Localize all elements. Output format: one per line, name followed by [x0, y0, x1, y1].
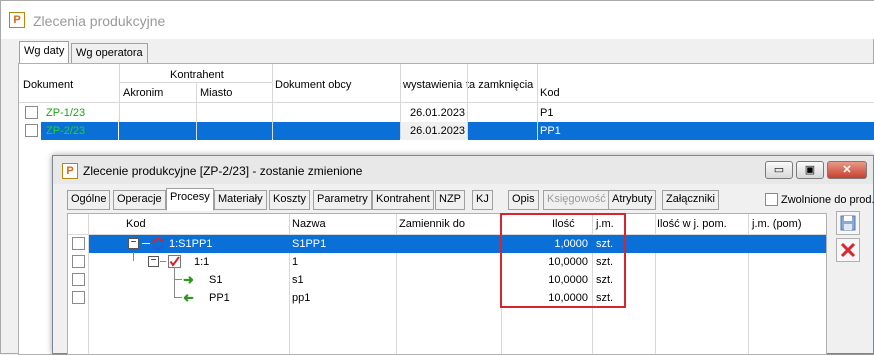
- process-code: S1: [209, 274, 223, 286]
- row-checkbox[interactable]: [25, 106, 38, 119]
- selection-cell: [119, 122, 196, 140]
- table-row[interactable]: − 1:1 1 10,0000 szt.: [68, 252, 826, 271]
- col-header-zamkniecia[interactable]: ta zamknięcia: [466, 79, 533, 91]
- tree-line: [142, 243, 150, 244]
- selection-cell: [273, 122, 400, 140]
- table-row[interactable]: ➜ PP1 pp1 10,0000 szt.: [68, 279, 826, 307]
- minimize-icon[interactable]: ▭: [765, 161, 793, 179]
- zwolnione-checkbox[interactable]: [765, 193, 778, 206]
- tab-kj[interactable]: KJ: [472, 190, 493, 210]
- app-icon: P: [62, 163, 78, 179]
- row-checkbox[interactable]: [25, 124, 38, 137]
- process-name: S1PP1: [292, 238, 327, 250]
- processes-grid: Kod Nazwa Zamiennik do Ilość j.m. Ilość …: [67, 213, 827, 355]
- highlight-box: [500, 213, 626, 308]
- tab-ksiegowosc[interactable]: Księgowość: [543, 190, 610, 210]
- selection-cell: [197, 122, 272, 140]
- process-name: pp1: [292, 292, 311, 304]
- product-code: P1: [540, 107, 554, 119]
- collapse-icon[interactable]: −: [148, 256, 159, 267]
- tree-line: [174, 297, 182, 298]
- zwolnione-label: Zwolnione do prod.: [781, 194, 874, 206]
- process-code: 1:1: [194, 256, 210, 268]
- tree-line: [160, 261, 166, 262]
- save-icon[interactable]: [836, 211, 860, 235]
- process-code: 1:S1PP1: [169, 238, 213, 250]
- process-code: PP1: [209, 292, 230, 304]
- selection-cell: [468, 122, 537, 140]
- col-header-ilosc-pom[interactable]: Ilość w j. pom.: [657, 218, 727, 230]
- header-divider: [119, 82, 272, 83]
- production-order-dialog: P Zlecenie produkcyjne [ZP-2/23] - zosta…: [52, 155, 874, 355]
- tree-line: [174, 279, 182, 280]
- selection-cell: [538, 122, 874, 140]
- col-header-wystawienia[interactable]: wystawienia: [403, 79, 462, 91]
- cycle-icon: [152, 238, 164, 250]
- doc-link[interactable]: ZP-2/23: [46, 125, 85, 137]
- header-divider: [19, 102, 874, 103]
- tree-line: [174, 267, 175, 279]
- window-title: Zlecenia produkcyjne: [33, 13, 166, 29]
- tab-wg-daty[interactable]: Wg daty: [19, 41, 70, 65]
- close-icon[interactable]: ✕: [827, 161, 867, 179]
- tab-koszty[interactable]: Koszty: [269, 190, 311, 210]
- tab-atrybuty[interactable]: Atrybuty: [608, 190, 657, 210]
- tab-materialy[interactable]: Materiały: [214, 190, 267, 210]
- tab-kontrahent[interactable]: Kontrahent: [372, 190, 434, 210]
- tab-zalaczniki[interactable]: Załączniki: [662, 190, 719, 210]
- arrow-left-icon: ➜: [183, 290, 194, 305]
- process-name: s1: [292, 274, 304, 286]
- delete-icon[interactable]: [836, 238, 860, 262]
- row-checkbox[interactable]: [72, 291, 85, 304]
- col-header-dokument-obcy[interactable]: Dokument obcy: [275, 79, 351, 91]
- tab-wg-operatora[interactable]: Wg operatora: [71, 43, 148, 65]
- row-checkbox[interactable]: [72, 273, 85, 286]
- col-header-miasto[interactable]: Miasto: [200, 87, 232, 99]
- table-row-selected[interactable]: ZP-2/23 26.01.2023 PP1: [19, 122, 874, 140]
- table-row-selected[interactable]: − 1:S1PP1 S1PP1 1,0000 szt.: [68, 235, 826, 253]
- process-name: 1: [292, 256, 299, 268]
- col-header-zamiennik[interactable]: Zamiennik do: [399, 218, 465, 230]
- tab-procesy[interactable]: Procesy: [166, 188, 214, 211]
- col-header-kod[interactable]: Kod: [126, 218, 146, 230]
- col-header-jm-pom[interactable]: j.m. (pom): [752, 218, 802, 230]
- tree-line: [174, 279, 175, 297]
- col-header-akronim[interactable]: Akronim: [123, 87, 163, 99]
- tab-operacje[interactable]: Operacje: [113, 190, 166, 210]
- maximize-icon[interactable]: ▣: [796, 161, 824, 179]
- row-checkbox[interactable]: [72, 237, 85, 250]
- tab-parametry[interactable]: Parametry: [313, 190, 372, 210]
- table-row[interactable]: ➜ S1 s1 10,0000 szt.: [68, 267, 826, 289]
- tree-line: [133, 252, 134, 261]
- doc-link[interactable]: ZP-1/23: [46, 107, 85, 119]
- tab-opis[interactable]: Opis: [508, 190, 539, 210]
- col-header-kod[interactable]: Kod: [540, 87, 560, 99]
- dialog-title: Zlecenie produkcyjne [ZP-2/23] - zostani…: [83, 164, 363, 178]
- date-issued: 26.01.2023: [410, 107, 466, 119]
- arrow-right-icon: ➜: [183, 272, 194, 287]
- table-row[interactable]: ZP-1/23 26.01.2023 P1: [19, 104, 874, 122]
- tab-ogolne[interactable]: Ogólne: [67, 190, 111, 210]
- col-header-kontrahent[interactable]: Kontrahent: [170, 69, 224, 81]
- app-icon: P: [9, 12, 25, 28]
- col-header-dokument[interactable]: Dokument: [23, 79, 73, 91]
- product-code: PP1: [540, 125, 561, 137]
- row-checkbox[interactable]: [72, 255, 85, 268]
- tab-nzp[interactable]: NZP: [435, 190, 465, 210]
- date-issued: 26.01.2023: [410, 125, 466, 137]
- col-header-nazwa[interactable]: Nazwa: [292, 218, 326, 230]
- collapse-icon[interactable]: −: [128, 238, 139, 249]
